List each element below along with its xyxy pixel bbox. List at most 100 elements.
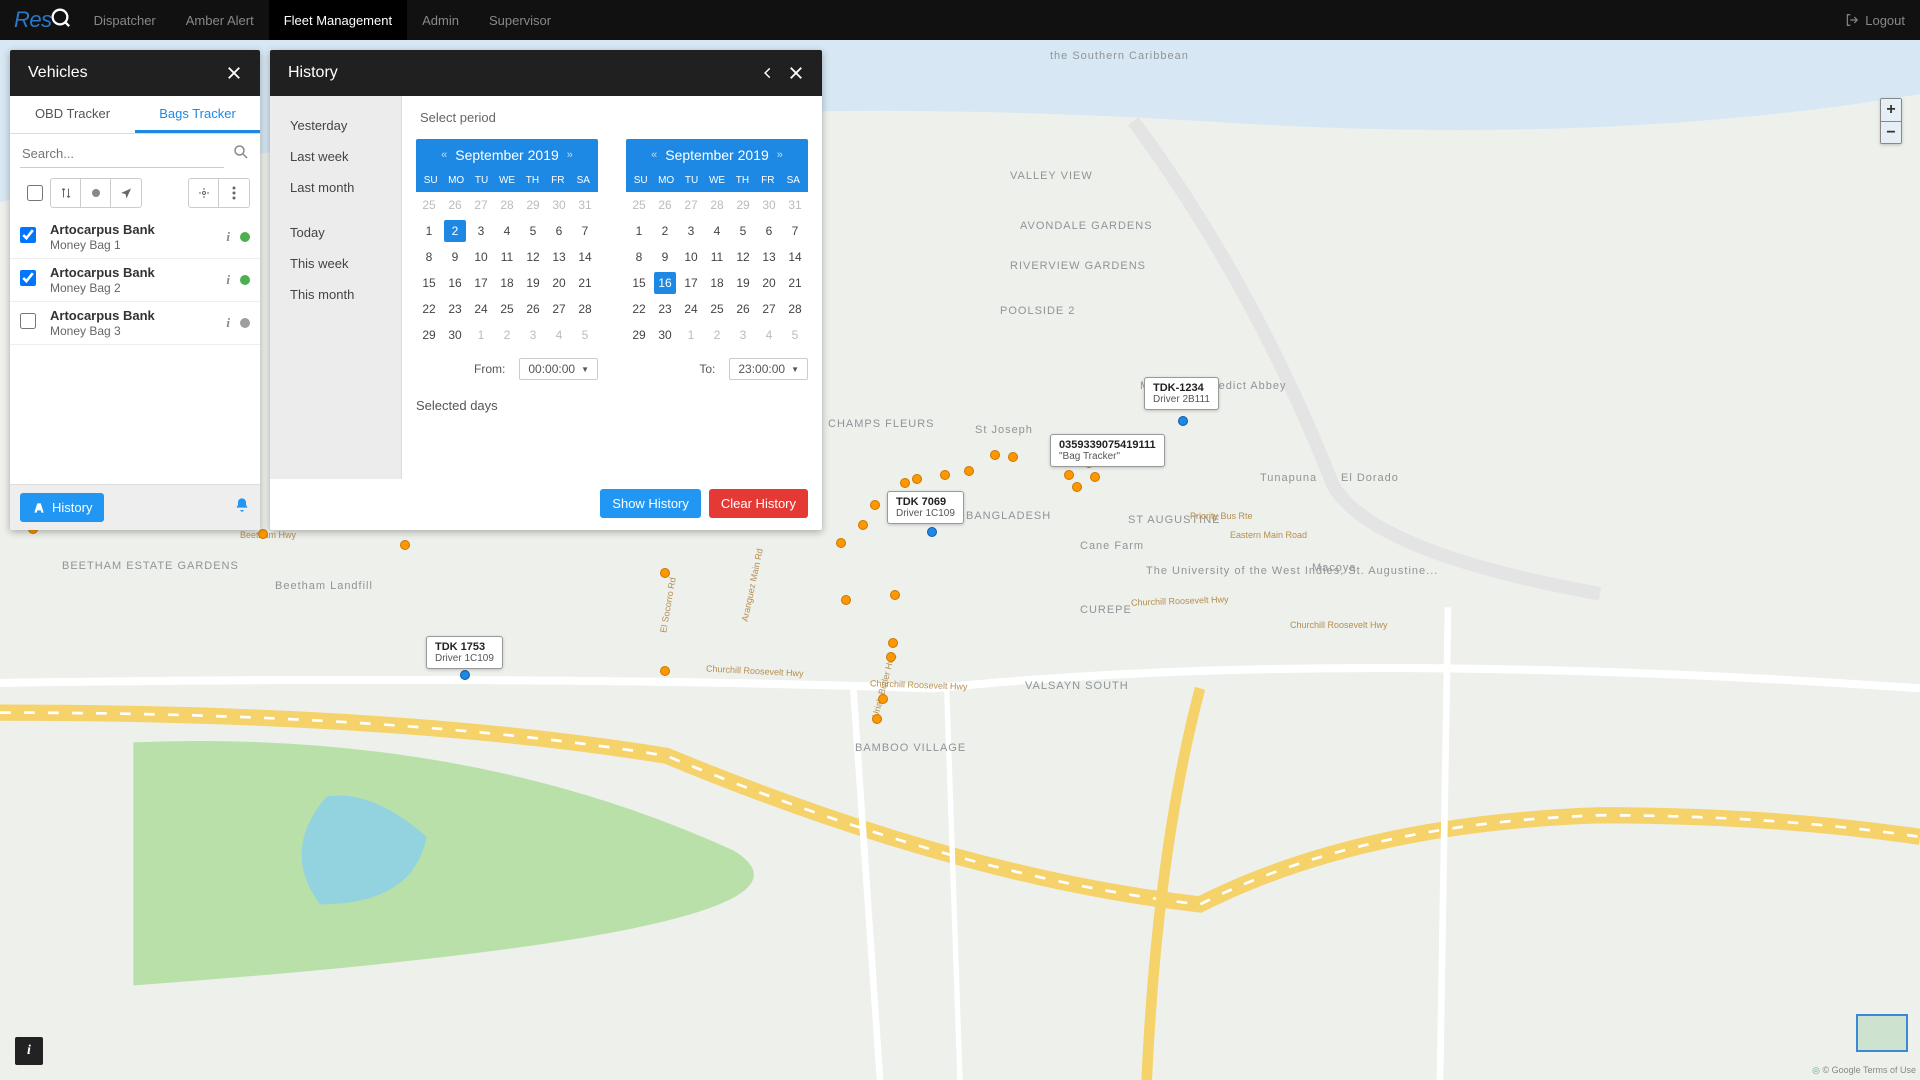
minimap[interactable] [1856, 1014, 1908, 1052]
search-icon[interactable] [232, 143, 250, 166]
calendar-day[interactable]: 17 [468, 270, 494, 296]
quick-range-this-week[interactable]: This week [270, 248, 401, 279]
to-time-select[interactable]: 23:00:00▼ [729, 358, 808, 380]
calendar-day[interactable]: 3 [520, 322, 546, 348]
calendar-day[interactable]: 2 [442, 218, 468, 244]
calendar-day[interactable]: 16 [442, 270, 468, 296]
calendar-day[interactable]: 5 [730, 218, 756, 244]
vehicle-info-icon[interactable]: i [226, 229, 230, 245]
calendar-day[interactable]: 7 [572, 218, 598, 244]
calendar-day[interactable]: 9 [652, 244, 678, 270]
calendar-day[interactable]: 5 [782, 322, 808, 348]
calendar-day[interactable]: 12 [520, 244, 546, 270]
map-marker-label[interactable]: 0359339075419111"Bag Tracker" [1050, 434, 1165, 467]
calendar-day[interactable]: 11 [494, 244, 520, 270]
calendar-day[interactable]: 5 [520, 218, 546, 244]
map-marker-label[interactable]: TDK 1753Driver 1C109 [426, 636, 503, 669]
vehicles-tab-bags-tracker[interactable]: Bags Tracker [135, 96, 260, 133]
calendar-day[interactable]: 22 [416, 296, 442, 322]
calendar-day[interactable]: 14 [782, 244, 808, 270]
map-marker-dot[interactable] [886, 652, 896, 662]
calendar-day[interactable]: 27 [468, 192, 494, 218]
calendar-day[interactable]: 3 [678, 218, 704, 244]
zoom-out-button[interactable]: − [1881, 121, 1901, 143]
calendar-day[interactable]: 2 [494, 322, 520, 348]
calendar-day[interactable]: 24 [678, 296, 704, 322]
calendar-day[interactable]: 26 [520, 296, 546, 322]
calendar-day[interactable]: 19 [730, 270, 756, 296]
calendar-day[interactable]: 20 [756, 270, 782, 296]
map-marker-dot[interactable] [888, 638, 898, 648]
vehicle-list-item[interactable]: Artocarpus BankMoney Bag 2i [10, 259, 260, 302]
calendar-day[interactable]: 11 [704, 244, 730, 270]
cal1-next-button[interactable]: » [567, 149, 573, 161]
calendar-day[interactable]: 18 [494, 270, 520, 296]
map-marker-dot[interactable] [1064, 470, 1074, 480]
calendar-day[interactable]: 29 [730, 192, 756, 218]
quick-range-last-week[interactable]: Last week [270, 141, 401, 172]
map-marker-dot[interactable] [964, 466, 974, 476]
calendar-day[interactable]: 25 [416, 192, 442, 218]
nav-item-fleet-management[interactable]: Fleet Management [269, 0, 407, 40]
calendar-day[interactable]: 27 [678, 192, 704, 218]
calendar-day[interactable]: 28 [704, 192, 730, 218]
filter-status-button[interactable] [81, 179, 111, 207]
map-marker-label[interactable]: TDK-1234Driver 2B111 [1144, 377, 1219, 410]
vehicles-tab-obd-tracker[interactable]: OBD Tracker [10, 96, 135, 133]
select-all-checkbox[interactable] [27, 185, 43, 201]
calendar-day[interactable]: 17 [678, 270, 704, 296]
calendar-day[interactable]: 20 [546, 270, 572, 296]
calendar-day[interactable]: 10 [468, 244, 494, 270]
calendar-day[interactable]: 21 [572, 270, 598, 296]
calendar-day[interactable]: 2 [704, 322, 730, 348]
sort-button[interactable] [51, 179, 81, 207]
calendar-day[interactable]: 2 [652, 218, 678, 244]
calendar-day[interactable]: 29 [520, 192, 546, 218]
map-marker-dot[interactable] [1008, 452, 1018, 462]
vehicle-list-item[interactable]: Artocarpus BankMoney Bag 1i [10, 216, 260, 259]
calendar-day[interactable]: 28 [572, 296, 598, 322]
map-marker-dot[interactable] [870, 500, 880, 510]
vehicles-close-button[interactable] [220, 59, 248, 87]
map-marker-dot[interactable] [836, 538, 846, 548]
history-back-button[interactable] [754, 59, 782, 87]
calendar-day[interactable]: 26 [652, 192, 678, 218]
calendar-day[interactable]: 3 [468, 218, 494, 244]
vehicle-checkbox[interactable] [20, 227, 36, 243]
map-marker-dot[interactable] [858, 520, 868, 530]
calendar-day[interactable]: 25 [626, 192, 652, 218]
vehicle-search-input[interactable] [20, 140, 224, 168]
calendar-day[interactable]: 28 [494, 192, 520, 218]
vehicle-checkbox[interactable] [20, 270, 36, 286]
cal2-prev-button[interactable]: « [651, 149, 657, 161]
calendar-day[interactable]: 1 [416, 218, 442, 244]
calendar-day[interactable]: 10 [678, 244, 704, 270]
calendar-day[interactable]: 28 [782, 296, 808, 322]
calendar-day[interactable]: 16 [652, 270, 678, 296]
map-marker-label[interactable]: TDK 7069Driver 1C109 [887, 491, 964, 524]
history-button[interactable]: History [20, 493, 104, 522]
info-button[interactable]: i [15, 1037, 43, 1065]
map-marker-dot[interactable] [890, 590, 900, 600]
calendar-day[interactable]: 1 [626, 218, 652, 244]
calendar-day[interactable]: 26 [442, 192, 468, 218]
cal2-next-button[interactable]: » [777, 149, 783, 161]
calendar-day[interactable]: 14 [572, 244, 598, 270]
calendar-day[interactable]: 21 [782, 270, 808, 296]
map-marker-dot[interactable] [400, 540, 410, 550]
calendar-day[interactable]: 29 [416, 322, 442, 348]
calendar-day[interactable]: 23 [442, 296, 468, 322]
calendar-day[interactable]: 30 [442, 322, 468, 348]
calendar-day[interactable]: 12 [730, 244, 756, 270]
calendar-day[interactable]: 15 [416, 270, 442, 296]
history-close-button[interactable] [782, 59, 810, 87]
calendar-day[interactable]: 13 [546, 244, 572, 270]
calendar-day[interactable]: 4 [494, 218, 520, 244]
map-marker-dot[interactable] [878, 694, 888, 704]
map-marker-dot[interactable] [940, 470, 950, 480]
quick-range-yesterday[interactable]: Yesterday [270, 110, 401, 141]
map-marker-dot[interactable] [258, 529, 268, 539]
vehicle-info-icon[interactable]: i [226, 272, 230, 288]
clear-history-button[interactable]: Clear History [709, 489, 808, 518]
calendar-day[interactable]: 30 [546, 192, 572, 218]
